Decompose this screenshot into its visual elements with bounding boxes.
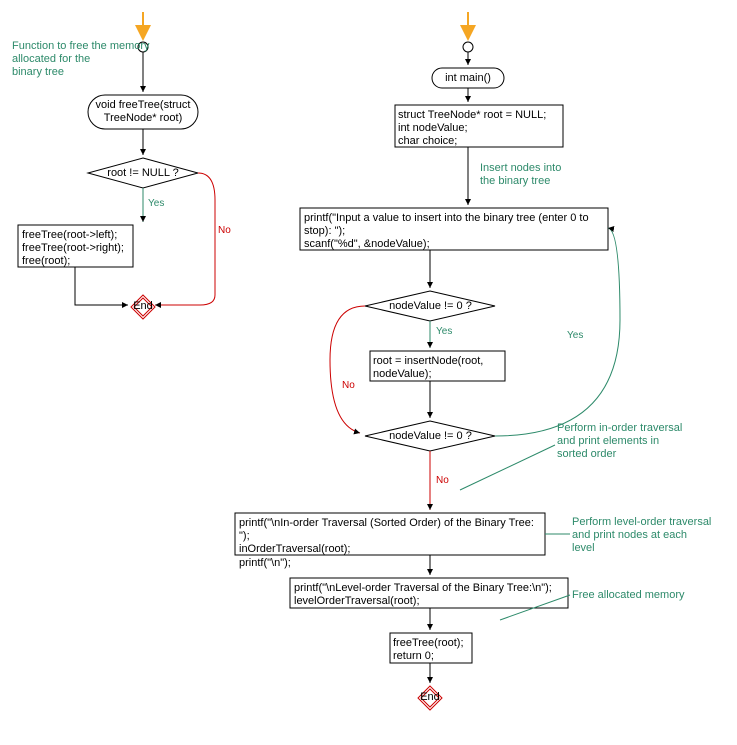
flowchart-canvas [0,0,737,745]
